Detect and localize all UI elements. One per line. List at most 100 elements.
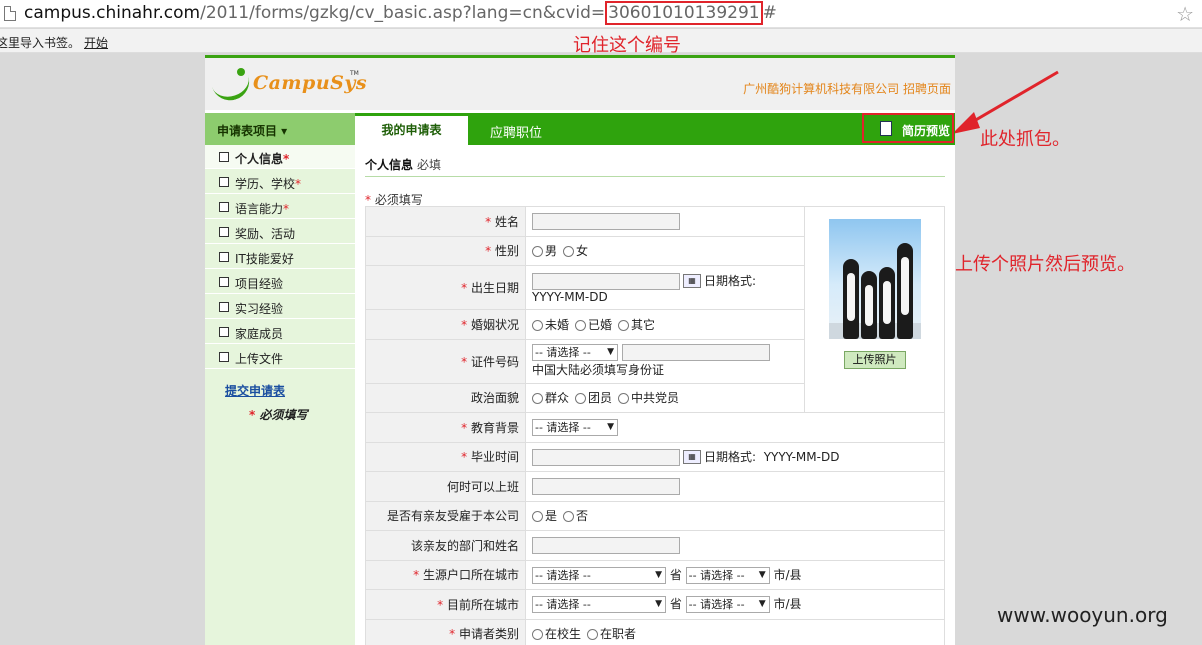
sidebar-item-label: 上传文件 [235,352,284,366]
label-available: 何时可以上班 [365,471,526,502]
annotation-arrow-icon [952,70,1059,134]
education-select[interactable]: -- 请选择 -- ▼ [532,418,618,436]
sidebar-item-it-skills[interactable]: IT技能爱好 [205,245,355,269]
penguin-icon [878,267,895,339]
url-hash: # [762,3,777,23]
label-gender: * 性别 [365,235,526,266]
sidebar-item-personal-info[interactable]: 个人信息* [205,145,355,169]
relative-dept-input[interactable] [532,536,680,554]
url-text[interactable]: campus.chinahr.com/2011/forms/gzkg/cv_ba… [24,1,777,25]
logo-figure [237,68,245,76]
penguin-icon [842,259,859,339]
current-city-select[interactable]: -- 请选择 -- ▼ [685,596,770,614]
submit-application-link[interactable]: 提交申请表 [225,382,285,399]
hukou-province-select[interactable]: -- 请选择 -- ▼ [532,566,666,584]
calendar-icon[interactable]: ▦ [683,450,701,465]
sidebar-item-label: 语言能力 [235,202,284,216]
sidebar-item-label: 个人信息 [235,152,284,166]
marital-married-radio[interactable]: 已婚 [575,318,612,332]
section-divider [365,176,945,177]
calendar-icon[interactable]: ▦ [683,274,701,288]
sidebar: 个人信息* 学历、学校* 语言能力* 奖励、活动 IT技能爱好 项目经验 实习经… [205,145,355,645]
penguin-icon [896,243,913,339]
required-star: * [283,202,290,216]
relatives-no-radio[interactable]: 否 [563,509,588,523]
document-search-icon [880,121,892,136]
section-title: 个人信息 必填 [365,156,441,173]
political-league-radio[interactable]: 团员 [575,391,612,405]
id-note: 中国大陆必须填写身份证 [532,363,665,377]
nav-bar: 申请表项目 ▾ 我的申请表 应聘职位 简历预览 [205,113,955,145]
sidebar-item-internship[interactable]: 实习经验 [205,295,355,319]
label-hukou-city: * 生源户口所在城市 [365,559,526,590]
bookmark-start-link[interactable]: 开始 [84,34,108,51]
resume-preview-button[interactable]: 简历预览 [862,113,954,143]
sidebar-item-label: 奖励、活动 [235,227,296,241]
checkbox-icon [219,227,229,237]
photo-cell: 上传照片 [804,206,945,413]
annotation-upload-preview: 上传个照片然后预览。 [955,254,1135,275]
id-type-select[interactable]: -- 请选择 -- ▼ [532,344,618,361]
available-input[interactable] [532,477,680,495]
political-masses-radio[interactable]: 群众 [532,391,569,405]
form-content: 个人信息 必填 * 必须填写 * 姓名 上传照片 * 性别 男 女 * 出生日期… [355,145,955,645]
sidebar-item-label: IT技能爱好 [235,252,294,266]
sidebar-item-label: 家庭成员 [235,327,284,341]
marital-single-radio[interactable]: 未婚 [532,318,569,332]
label-birth: * 出生日期 [365,265,526,310]
checkbox-icon [219,177,229,187]
label-political: 政治面貌 [365,382,526,413]
date-format-hint: YYYY-MM-DD [532,289,608,304]
must-note-text: 必须填写 [374,193,423,207]
name-input[interactable] [532,212,680,230]
url-host: campus.chinahr.com [24,3,201,23]
sidebar-item-label: 实习经验 [235,302,284,316]
personal-info-form: * 姓名 上传照片 * 性别 男女 * 出生日期 ▦ 日期格式: YYYY-MM… [365,206,945,645]
required-star: * [249,408,256,422]
section-subtitle: 必填 [417,158,442,172]
label-applicant-type: * 申请者类别 [365,618,526,645]
gender-female-radio[interactable]: 女 [563,244,588,258]
birth-input[interactable] [532,272,680,290]
political-party-radio[interactable]: 中共党员 [618,391,679,405]
applicant-student-radio[interactable]: 在校生 [532,627,581,641]
bookmark-import-hint: 这里导入书签。 [0,36,81,50]
logo-tm: TM [350,70,359,77]
required-star: * [365,193,371,207]
tab-positions[interactable]: 应聘职位 [490,122,542,141]
current-province-select[interactable]: -- 请选择 -- ▼ [532,596,666,614]
checkbox-icon [219,277,229,287]
tab-my-application[interactable]: 我的申请表 [355,116,468,145]
application-menu-toggle[interactable]: 申请表项目 ▾ [205,113,355,145]
marital-other-radio[interactable]: 其它 [618,318,655,332]
label-marital: * 婚姻状况 [365,309,526,340]
hukou-city-select[interactable]: -- 请选择 -- ▼ [685,566,770,584]
url-path: /2011/forms/gzkg/cv_basic.asp?lang=cn&cv… [200,3,606,23]
company-title: 广州酷狗计算机科技有限公司 招聘页面 [743,82,951,96]
site-header: CampuSys TM 广州酷狗计算机科技有限公司 招聘页面 [205,58,955,110]
label-education: * 教育背景 [365,412,526,443]
sidebar-item-family[interactable]: 家庭成员 [205,320,355,344]
id-number-input[interactable] [621,344,770,361]
profile-photo [828,219,921,339]
address-bar[interactable]: campus.chinahr.com/2011/forms/gzkg/cv_ba… [0,0,1202,28]
label-name: * 姓名 [365,206,526,237]
bookmark-star-icon[interactable]: ☆ [1176,2,1194,26]
applicant-employed-radio[interactable]: 在职者 [587,627,636,641]
menu-label: 申请表项目 ▾ [217,124,288,138]
upload-photo-button[interactable]: 上传照片 [843,351,906,369]
sidebar-item-upload[interactable]: 上传文件 [205,345,355,369]
logo-swoosh [209,68,255,106]
sidebar-item-awards[interactable]: 奖励、活动 [205,220,355,244]
label-current-city: * 目前所在城市 [365,589,526,620]
sidebar-item-projects[interactable]: 项目经验 [205,270,355,294]
graduation-input[interactable] [532,448,680,466]
relatives-yes-radio[interactable]: 是 [532,509,557,523]
gender-male-radio[interactable]: 男 [532,244,557,258]
checkbox-icon [219,352,229,362]
annotation-remember-id: 记住这个编号 [573,35,681,56]
penguin-icon [860,271,877,339]
sidebar-item-education[interactable]: 学历、学校* [205,170,355,194]
section-title-text: 个人信息 [365,158,414,172]
sidebar-item-language[interactable]: 语言能力* [205,195,355,219]
